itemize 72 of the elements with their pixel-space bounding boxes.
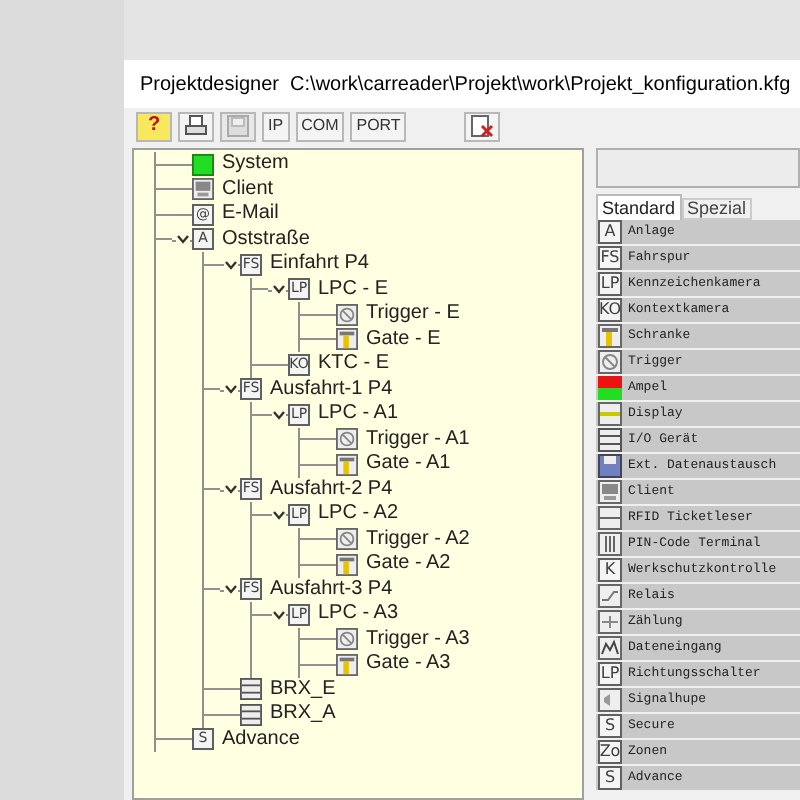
tree-item[interactable]: LPC - A2 — [318, 504, 399, 525]
window-title: Projektdesigner C:\work\carreader\Projekt\work\Projekt_konfiguration.kfg — [140, 71, 791, 99]
display-icon — [598, 402, 622, 426]
tree-item[interactable]: Trigger - A1 — [366, 429, 470, 450]
barrier-icon — [336, 553, 358, 576]
letter-icon: Zo — [598, 740, 622, 764]
palette-tab[interactable]: Spezial — [681, 198, 753, 220]
square-icon — [192, 153, 214, 176]
chevron-down-icon[interactable] — [223, 584, 237, 595]
computer-icon — [598, 480, 622, 504]
tree-item[interactable]: Advance — [222, 729, 300, 750]
chevron-down-icon[interactable] — [223, 259, 237, 270]
letter-icon: FS — [598, 246, 622, 270]
tree-item[interactable]: Ausfahrt-3 P4 — [270, 579, 393, 600]
barrier-icon — [336, 653, 358, 676]
printer-icon — [184, 114, 208, 138]
tree-item[interactable]: Gate - A1 — [366, 454, 451, 475]
tree-item[interactable]: E-Mail — [222, 204, 279, 225]
tree-item[interactable]: LPC - A1 — [318, 404, 399, 425]
palette-tab[interactable]: Standard — [596, 194, 682, 220]
tree-item[interactable]: System — [222, 154, 289, 175]
toolbar-button[interactable] — [464, 111, 501, 141]
letter-icon: KO — [598, 298, 622, 322]
reader-icon — [598, 506, 622, 530]
tree-item[interactable]: Gate - A2 — [366, 554, 451, 575]
box-icon — [240, 678, 262, 701]
chevron-down-icon[interactable] — [223, 484, 237, 495]
letter-icon: LP — [598, 272, 622, 296]
tree-item[interactable]: Gate - E — [366, 329, 441, 350]
tree-item[interactable]: BRX_A — [270, 704, 336, 725]
chevron-down-icon[interactable] — [175, 234, 189, 245]
chevron-down-icon[interactable] — [271, 509, 285, 520]
tree-item[interactable]: BRX_E — [270, 679, 336, 700]
letter-icon: K — [598, 558, 622, 582]
relay-icon — [598, 584, 622, 608]
tree-item[interactable]: Trigger - A3 — [366, 629, 470, 650]
tree-item[interactable]: Trigger - A2 — [366, 529, 470, 550]
box-icon — [240, 703, 262, 726]
chevron-down-icon[interactable] — [271, 609, 285, 620]
box-icon — [598, 428, 622, 452]
counter-icon — [598, 610, 622, 634]
tree-item[interactable]: LPC - E — [318, 279, 389, 300]
toolbar-button[interactable]: IP — [262, 111, 290, 141]
tree-item[interactable]: Gate - A3 — [366, 654, 451, 675]
tree-item[interactable]: Ausfahrt-2 P4 — [270, 479, 393, 500]
letter-icon: S — [598, 714, 622, 738]
help-button[interactable]: ? — [136, 111, 172, 141]
chart-icon — [598, 636, 622, 660]
chevron-down-icon[interactable] — [223, 384, 237, 395]
toolbar-button[interactable]: PORT — [350, 111, 407, 141]
horn-icon — [598, 688, 622, 712]
circle-icon — [598, 350, 622, 374]
barrier-icon — [336, 328, 358, 351]
letter-icon: S — [598, 766, 622, 790]
keypad-icon — [598, 532, 622, 556]
tree-item[interactable]: Trigger - E — [366, 304, 460, 325]
letter-icon: LP — [598, 662, 622, 686]
traffic-light-icon — [598, 376, 622, 400]
tree-item[interactable]: Ausfahrt-1 P4 — [270, 379, 393, 400]
letter-icon: A — [598, 220, 622, 244]
tree-item[interactable]: LPC - A3 — [318, 604, 399, 625]
barrier-icon — [336, 453, 358, 476]
tree-item[interactable]: KTC - E — [318, 354, 390, 375]
barrier-icon — [598, 324, 622, 348]
print-button[interactable] — [178, 111, 214, 141]
tree-item[interactable]: Client — [222, 179, 274, 200]
toolbar-button[interactable]: COM — [295, 111, 345, 141]
tree-item[interactable]: Oststraße — [222, 229, 310, 250]
tree-item[interactable]: Einfahrt P4 — [270, 254, 369, 275]
document-icon — [470, 114, 495, 138]
chevron-down-icon[interactable] — [271, 284, 285, 295]
chevron-down-icon[interactable] — [271, 409, 285, 420]
